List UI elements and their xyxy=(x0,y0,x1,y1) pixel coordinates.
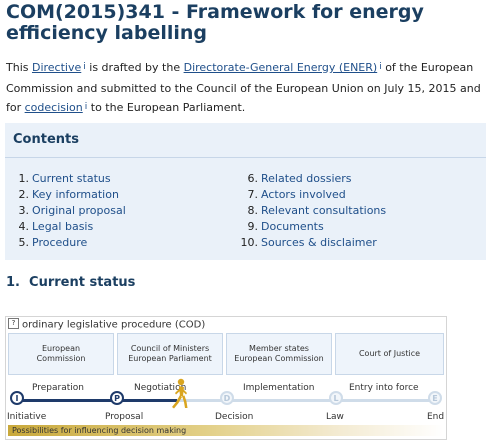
institution-line: European xyxy=(41,344,81,353)
toc-column-left: 1. Current status 2. Key information 3. Ori… xyxy=(15,171,126,251)
toc-link-key-information[interactable]: Key information xyxy=(32,188,119,201)
intro-text: to the European Parliament. xyxy=(87,101,246,114)
walking-person-icon xyxy=(172,378,188,409)
milestone-end: End xyxy=(427,412,445,422)
intro-text: This xyxy=(6,61,32,74)
toc-item: 2. Key information xyxy=(15,187,126,203)
institution-court-of-justice: Court of Justice xyxy=(335,333,444,375)
node-decision: D xyxy=(220,391,234,405)
page-title: COM(2015)341 - Framework for energy effi… xyxy=(6,1,424,44)
toc-link-procedure[interactable]: Procedure xyxy=(32,236,87,249)
toc-number: 4. xyxy=(18,220,30,233)
info-icon[interactable]: i xyxy=(83,62,86,72)
toc-item: 3. Original proposal xyxy=(15,203,126,219)
progress-line-remaining xyxy=(177,399,435,402)
progress-line-completed xyxy=(19,399,177,402)
directive-link[interactable]: Directive xyxy=(32,61,81,74)
institution-member-states: Member states European Commission xyxy=(226,333,332,375)
phase-implementation: Implementation xyxy=(243,383,315,393)
toc-item: 7. Actors involved xyxy=(237,187,386,203)
intro-paragraph: This Directive i is drafted by the Direct… xyxy=(6,58,484,119)
procedure-diagram: ? ordinary legislative procedure (COD) Eu… xyxy=(5,316,447,440)
toc-link-current-status[interactable]: Current status xyxy=(32,172,111,185)
toc-number: 5. xyxy=(18,236,30,249)
toc-link-documents[interactable]: Documents xyxy=(261,220,324,233)
info-icon[interactable]: i xyxy=(85,102,88,112)
institution-line: Member states xyxy=(249,344,309,353)
phase-entry-into-force: Entry into force xyxy=(349,383,419,393)
toc-number: 9. xyxy=(247,220,259,233)
institution-line: Court of Justice xyxy=(358,349,421,358)
toc-item: 10. Sources & disclaimer xyxy=(237,235,386,251)
toc-link-original-proposal[interactable]: Original proposal xyxy=(32,204,126,217)
toc-number: 6. xyxy=(247,172,259,185)
contents-box: Contents 1. Current status 2. Key informat… xyxy=(5,123,486,260)
milestone-proposal: Proposal xyxy=(105,412,144,422)
section-heading-current-status: 1. Current status xyxy=(6,275,136,290)
info-icon[interactable]: i xyxy=(379,62,382,72)
toc-item: 6. Related dossiers xyxy=(237,171,386,187)
node-proposal: P xyxy=(110,391,124,405)
institution-european-commission: European Commission xyxy=(8,333,114,375)
toc-number: 3. xyxy=(18,204,30,217)
phase-preparation: Preparation xyxy=(32,383,84,393)
toc-link-relevant-consultations[interactable]: Relevant consultations xyxy=(261,204,386,217)
toc-item: 4. Legal basis xyxy=(15,219,126,235)
node-end: E xyxy=(428,391,442,405)
milestone-law: Law xyxy=(326,412,344,422)
institution-line: Commission xyxy=(36,354,86,363)
toc-item: 5. Procedure xyxy=(15,235,126,251)
toc-item: 8. Relevant consultations xyxy=(237,203,387,219)
dg-energy-link[interactable]: Directorate-General Energy (ENER) xyxy=(184,61,378,74)
divider xyxy=(5,157,486,158)
toc-column-right: 6. Related dossiers 7. Actors involved 8. R… xyxy=(237,171,387,251)
codecision-link[interactable]: codecision xyxy=(25,101,83,114)
procedure-type-label: ? ordinary legislative procedure (COD) xyxy=(8,318,206,331)
toc-link-related-dossiers[interactable]: Related dossiers xyxy=(261,172,352,185)
toc-link-legal-basis[interactable]: Legal basis xyxy=(32,220,93,233)
contents-title: Contents xyxy=(13,132,79,147)
institution-line: Council of Ministers xyxy=(130,344,210,353)
influence-possibilities-bar: Possibilities for influencing decision m… xyxy=(8,425,444,436)
help-icon[interactable]: ? xyxy=(8,318,19,329)
milestone-initiative: Initiative xyxy=(7,412,47,422)
toc-link-sources-disclaimer[interactable]: Sources & disclaimer xyxy=(261,236,377,249)
node-law: L xyxy=(329,391,343,405)
institution-line: European Parliament xyxy=(128,354,212,363)
toc-number: 1. xyxy=(18,172,30,185)
node-initiative: I xyxy=(10,391,24,405)
toc-number: 10. xyxy=(240,236,259,249)
toc-number: 7. xyxy=(247,188,259,201)
toc-item: 9. Documents xyxy=(237,219,386,235)
procedure-type-text: ordinary legislative procedure (COD) xyxy=(22,319,206,331)
milestone-decision: Decision xyxy=(215,412,254,422)
toc-number: 2. xyxy=(18,188,30,201)
toc-link-actors-involved[interactable]: Actors involved xyxy=(261,188,346,201)
toc-number: 8. xyxy=(247,204,259,217)
intro-text: is drafted by the xyxy=(85,61,184,74)
toc-item: 1. Current status xyxy=(15,171,126,187)
institution-council-parliament: Council of Ministers European Parliament xyxy=(117,333,223,375)
institution-line: European Commission xyxy=(234,354,324,363)
